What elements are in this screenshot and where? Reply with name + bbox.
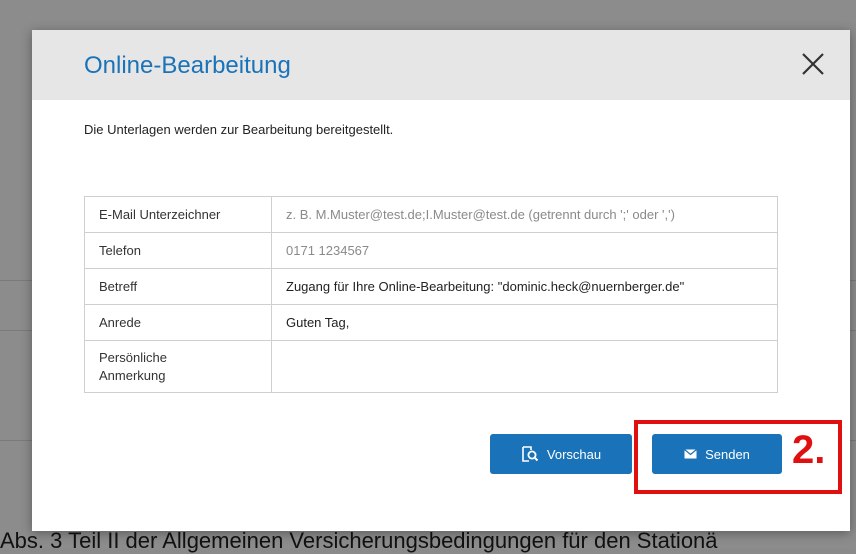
form-row-subject: Betreff Zugang für Ihre Online-Bearbeitu…: [84, 268, 778, 305]
personal-note-input[interactable]: [271, 340, 778, 393]
field-label-line: Anmerkung: [99, 367, 166, 383]
dialog-intro-text: Die Unterlagen werden zur Bearbeitung be…: [84, 122, 394, 137]
field-label: Telefon: [84, 232, 272, 269]
email-signer-input[interactable]: z. B. M.Muster@test.de;I.Muster@test.de …: [271, 196, 778, 233]
dialog-header: Online-Bearbeitung: [32, 30, 850, 100]
form-row-note: Persönliche Anmerkung: [84, 340, 778, 393]
subject-input[interactable]: Zugang für Ihre Online-Bearbeitung: "dom…: [271, 268, 778, 305]
preview-icon: [522, 446, 539, 462]
preview-button-label: Vorschau: [546, 446, 602, 462]
form-row-phone: Telefon 0171 1234567: [84, 232, 778, 269]
salutation-input[interactable]: Guten Tag,: [271, 304, 778, 341]
close-icon: [802, 53, 824, 75]
field-label-line: Persönliche: [99, 349, 167, 365]
dialog-title: Online-Bearbeitung: [84, 52, 291, 79]
step-number-label: 2.: [792, 428, 826, 472]
form-row-email: E-Mail Unterzeichner z. B. M.Muster@test…: [84, 196, 778, 233]
form-row-salutation: Anrede Guten Tag,: [84, 304, 778, 341]
background-footer-text: Abs. 3 Teil II der Allgemeinen Versicher…: [0, 528, 718, 553]
phone-input[interactable]: 0171 1234567: [271, 232, 778, 269]
preview-button[interactable]: Vorschau: [490, 434, 632, 474]
close-button[interactable]: [800, 51, 826, 77]
field-label: E-Mail Unterzeichner: [84, 196, 272, 233]
field-label: Betreff: [84, 268, 272, 305]
field-label: Persönliche Anmerkung: [84, 340, 272, 393]
email-form-table: E-Mail Unterzeichner z. B. M.Muster@test…: [84, 196, 778, 393]
field-label: Anrede: [84, 304, 272, 341]
